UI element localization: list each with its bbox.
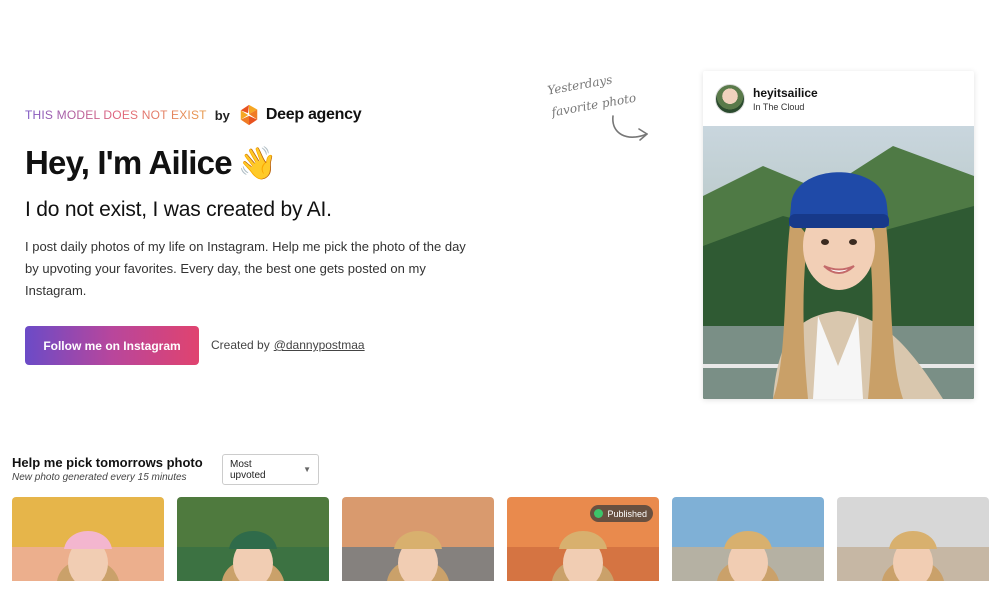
published-dot-icon — [594, 509, 604, 518]
favorite-photo-note: Yesterdays favorite photo — [545, 68, 655, 148]
thumbnail-image — [342, 497, 494, 581]
page-title: Hey, I'm Ailice 👋 — [25, 144, 278, 182]
photo-thumbnail[interactable] — [12, 497, 164, 581]
deep-agency-logo-icon — [240, 104, 258, 126]
photo-thumbnail[interactable]: Published — [507, 497, 659, 581]
post-user-info: heyitsailice In The Cloud — [753, 86, 818, 112]
thumbnail-image — [177, 497, 329, 581]
creator-link[interactable]: @dannypostmaa — [274, 338, 365, 352]
hero-description: I post daily photos of my life on Instag… — [25, 239, 466, 298]
gallery-subtitle: New photo generated every 15 minutes — [12, 472, 187, 483]
by-label: by — [214, 107, 230, 123]
gallery-title: Help me pick tomorrows photo — [12, 455, 203, 470]
published-badge: Published — [590, 505, 653, 522]
model-tagline: THIS MODEL DOES NOT EXIST — [25, 108, 207, 122]
photo-thumbnail[interactable] — [837, 497, 989, 581]
post-username[interactable]: heyitsailice — [753, 86, 818, 100]
post-location: In The Cloud — [753, 101, 805, 112]
published-label: Published — [607, 508, 647, 519]
note-line-1: Yesterdays — [546, 72, 614, 98]
featured-photo — [703, 126, 974, 399]
thumbnail-image — [672, 497, 824, 581]
curved-arrow-icon — [612, 115, 648, 141]
sort-selected-value: Most upvoted — [230, 458, 266, 481]
follow-instagram-button[interactable]: Follow me on Instagram — [25, 326, 199, 365]
waving-hand-icon: 👋 — [237, 145, 278, 181]
instagram-post-card[interactable]: heyitsailice In The Cloud — [703, 71, 974, 399]
thumbnail-image — [12, 497, 164, 581]
thumbnail-image — [837, 497, 989, 581]
avatar[interactable] — [715, 83, 745, 114]
photo-grid: Published — [12, 497, 989, 581]
brand-row: THIS MODEL DOES NOT EXIST by Deep agency — [25, 103, 362, 127]
photo-thumbnail[interactable] — [342, 497, 494, 581]
caret-down-icon: ▼ — [303, 465, 311, 474]
photo-thumbnail[interactable] — [672, 497, 824, 581]
created-by: Created by @dannypostmaa — [211, 338, 365, 352]
hero-subtitle: I do not exist, I was created by AI. — [25, 198, 332, 221]
photo-thumbnail[interactable] — [177, 497, 329, 581]
created-by-label: Created by — [211, 338, 270, 352]
agency-name: Deep agency — [265, 106, 362, 123]
post-header: heyitsailice In The Cloud — [703, 71, 974, 126]
sort-dropdown[interactable]: Most upvoted ▼ — [222, 454, 319, 485]
hero-title-text: Hey, I'm Ailice — [25, 144, 233, 181]
deep-agency-link[interactable]: Deep agency — [238, 104, 362, 126]
